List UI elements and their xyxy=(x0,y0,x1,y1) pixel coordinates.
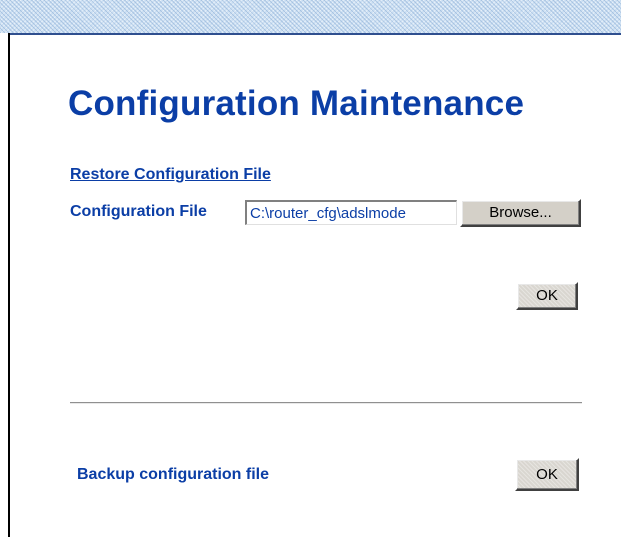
configuration-file-label: Configuration File xyxy=(70,203,207,220)
page-frame: Configuration Maintenance Restore Config… xyxy=(0,0,621,537)
top-banner xyxy=(0,0,621,33)
restore-configuration-link[interactable]: Restore Configuration File xyxy=(70,166,271,184)
banner-rule xyxy=(8,33,621,35)
browse-button[interactable]: Browse... xyxy=(460,199,581,227)
page-title: Configuration Maintenance xyxy=(68,84,525,123)
section-divider xyxy=(70,402,582,404)
backup-ok-button[interactable]: OK xyxy=(515,458,579,491)
configuration-file-input[interactable] xyxy=(245,200,457,225)
restore-ok-button[interactable]: OK xyxy=(516,282,578,310)
backup-configuration-label: Backup configuration file xyxy=(77,466,270,483)
left-border xyxy=(8,33,10,537)
